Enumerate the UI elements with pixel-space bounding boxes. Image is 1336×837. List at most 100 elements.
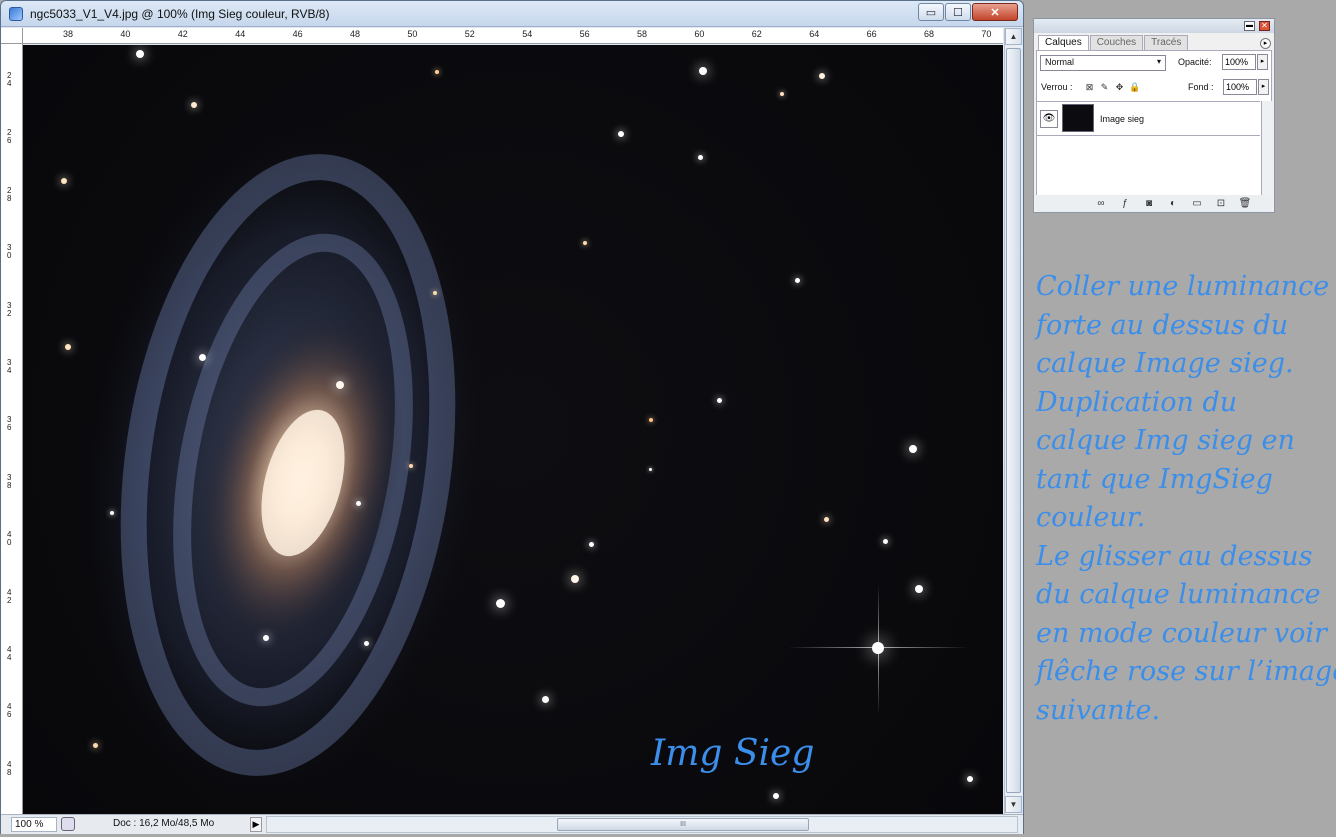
visibility-eye-icon[interactable]: 👁 — [1040, 110, 1058, 128]
ruler-left-label: 36 — [7, 415, 12, 433]
tab-traces[interactable]: Tracés — [1144, 35, 1189, 50]
ruler-left-label: 48 — [7, 759, 12, 777]
horizontal-scrollbar[interactable]: III — [266, 816, 1018, 833]
navigator-icon[interactable] — [61, 817, 75, 831]
layer-mask-icon[interactable]: ◙ — [1142, 198, 1156, 210]
horizontal-scroll-thumb[interactable]: III — [557, 818, 809, 831]
note-line: flêche rose sur l’image — [1036, 656, 1336, 687]
opacity-label: Opacité: — [1178, 57, 1212, 67]
star — [433, 291, 437, 295]
ruler-left-label: 44 — [7, 645, 12, 662]
scroll-up-button[interactable]: ▲ — [1005, 28, 1022, 45]
tab-couches[interactable]: Couches — [1089, 35, 1144, 50]
galaxy-image — [79, 127, 487, 803]
panel-minimize-button[interactable]: ▬ — [1244, 21, 1255, 31]
layers-panel-body: Normal ▾ Opacité: 100% ▸ Verrou : ⊠ ✎ ✥ … — [1036, 50, 1272, 211]
document-window: ngc5033_V1_V4.jpg @ 100% (Img Sieg coule… — [0, 0, 1024, 834]
chevron-down-icon: ▾ — [1156, 57, 1161, 66]
lock-transparency-icon[interactable]: ⊠ — [1084, 82, 1095, 93]
star — [583, 241, 587, 245]
layers-panel: ▬ ✕ Calques Couches Tracés ▸ Normal ▾ Op… — [1033, 18, 1275, 213]
minimize-button[interactable]: ▭ — [918, 3, 944, 21]
layer-thumbnail — [1062, 104, 1094, 132]
star — [191, 102, 197, 108]
vertical-ruler[interactable]: 24 26 28 30 32 34 36 38 40 42 44 46 48 — [1, 44, 23, 814]
note-line: Le glisser au dessus — [1036, 540, 1313, 572]
star — [649, 468, 652, 471]
lock-position-icon[interactable]: ✥ — [1114, 82, 1125, 93]
opacity-field[interactable]: 100% — [1222, 54, 1256, 70]
star — [618, 131, 624, 137]
vertical-scrollbar[interactable]: ▲ ▼ — [1004, 28, 1022, 814]
star — [773, 793, 779, 799]
link-layers-icon[interactable]: ∞ — [1094, 198, 1108, 210]
panel-close-button[interactable]: ✕ — [1259, 21, 1270, 31]
layer-name: Image sieg — [1100, 114, 1145, 124]
ruler-left-label: 30 — [7, 243, 12, 261]
panel-footer: ∞ ƒ ◙ ◐ ▭ ⊡ 🗑 — [1036, 195, 1272, 212]
ruler-top-label: 50 — [407, 29, 418, 39]
star — [336, 381, 344, 389]
maximize-button[interactable]: ☐ — [945, 3, 971, 21]
image-canvas[interactable]: Img Sieg — [23, 45, 1003, 814]
ruler-top-label: 64 — [809, 29, 820, 39]
zoom-field[interactable]: 100 % — [11, 817, 57, 832]
ruler-top-label: 46 — [292, 29, 303, 39]
minimize-icon: ▭ — [925, 6, 937, 19]
close-icon: ✕ — [990, 6, 1000, 19]
ruler-top-label: 54 — [522, 29, 533, 39]
note-line: calque Img sieg en — [1036, 425, 1295, 456]
vertical-scroll-thumb[interactable] — [1006, 48, 1021, 793]
fill-field[interactable]: 100% — [1223, 79, 1257, 95]
star — [571, 575, 579, 583]
trash-icon[interactable]: 🗑 — [1238, 198, 1252, 210]
star-spike — [878, 585, 879, 715]
ruler-top-label: 68 — [924, 29, 935, 39]
maximize-icon: ☐ — [953, 6, 963, 19]
star — [356, 501, 361, 506]
ruler-top-label: 52 — [464, 29, 475, 39]
horizontal-ruler[interactable]: 38 40 42 44 46 48 50 52 54 56 58 60 62 64 66 68 70 — [23, 28, 1003, 44]
ruler-top-label: 42 — [177, 29, 188, 39]
opacity-slider-arrow-icon[interactable]: ▸ — [1257, 54, 1268, 70]
layer-row[interactable]: 👁 Image sieg — [1037, 102, 1260, 136]
side-annotation: Coller une luminance forte au dessus du … — [1036, 268, 1336, 730]
status-menu-arrow-icon[interactable]: ▶ — [250, 817, 262, 832]
canvas-overlay-text: Img Sieg — [651, 733, 815, 774]
ruler-top-label: 44 — [235, 29, 246, 39]
ruler-top-label: 40 — [120, 29, 131, 39]
title-bar[interactable]: ngc5033_V1_V4.jpg @ 100% (Img Sieg coule… — [1, 1, 1023, 27]
note-line: en mode couleur voir — [1036, 617, 1327, 649]
adjustment-layer-icon[interactable]: ◐ — [1166, 198, 1180, 210]
note-line: calque Image sieg. — [1036, 348, 1294, 379]
ruler-top-label: 70 — [981, 29, 992, 39]
panel-menu-icon[interactable]: ▸ — [1260, 38, 1271, 49]
star — [780, 92, 784, 96]
ruler-origin[interactable] — [1, 28, 23, 44]
fill-slider-arrow-icon[interactable]: ▸ — [1258, 79, 1269, 95]
panel-title-bar[interactable]: ▬ ✕ — [1034, 19, 1274, 33]
ruler-left-label: 26 — [7, 128, 12, 146]
ruler-top-label: 58 — [637, 29, 648, 39]
star — [435, 70, 439, 74]
document-size-info: Doc : 16,2 Mo/48,5 Mo — [113, 818, 215, 829]
star — [110, 511, 114, 515]
scroll-down-button[interactable]: ▼ — [1005, 796, 1022, 813]
layer-style-icon[interactable]: ƒ — [1118, 198, 1132, 210]
new-layer-icon[interactable]: ⊡ — [1214, 198, 1228, 210]
ruler-top-label: 62 — [751, 29, 762, 39]
panel-tabs: Calques Couches Tracés — [1038, 35, 1189, 50]
blend-mode-select[interactable]: Normal ▾ — [1040, 55, 1166, 71]
star — [819, 73, 825, 79]
lock-pixels-icon[interactable]: ✎ — [1099, 82, 1110, 93]
tab-calques[interactable]: Calques — [1038, 35, 1089, 50]
ruler-left-label: 42 — [7, 587, 12, 605]
note-line: forte au dessus du — [1036, 309, 1289, 341]
star — [364, 641, 369, 646]
new-group-icon[interactable]: ▭ — [1190, 198, 1204, 210]
lock-row: Verrou : ⊠ ✎ ✥ 🔒 Fond : 100% ▸ — [1040, 79, 1272, 97]
blend-mode-value: Normal — [1045, 57, 1075, 67]
lock-all-icon[interactable]: 🔒 — [1129, 82, 1140, 93]
close-button[interactable]: ✕ — [972, 3, 1018, 21]
star — [263, 635, 269, 641]
